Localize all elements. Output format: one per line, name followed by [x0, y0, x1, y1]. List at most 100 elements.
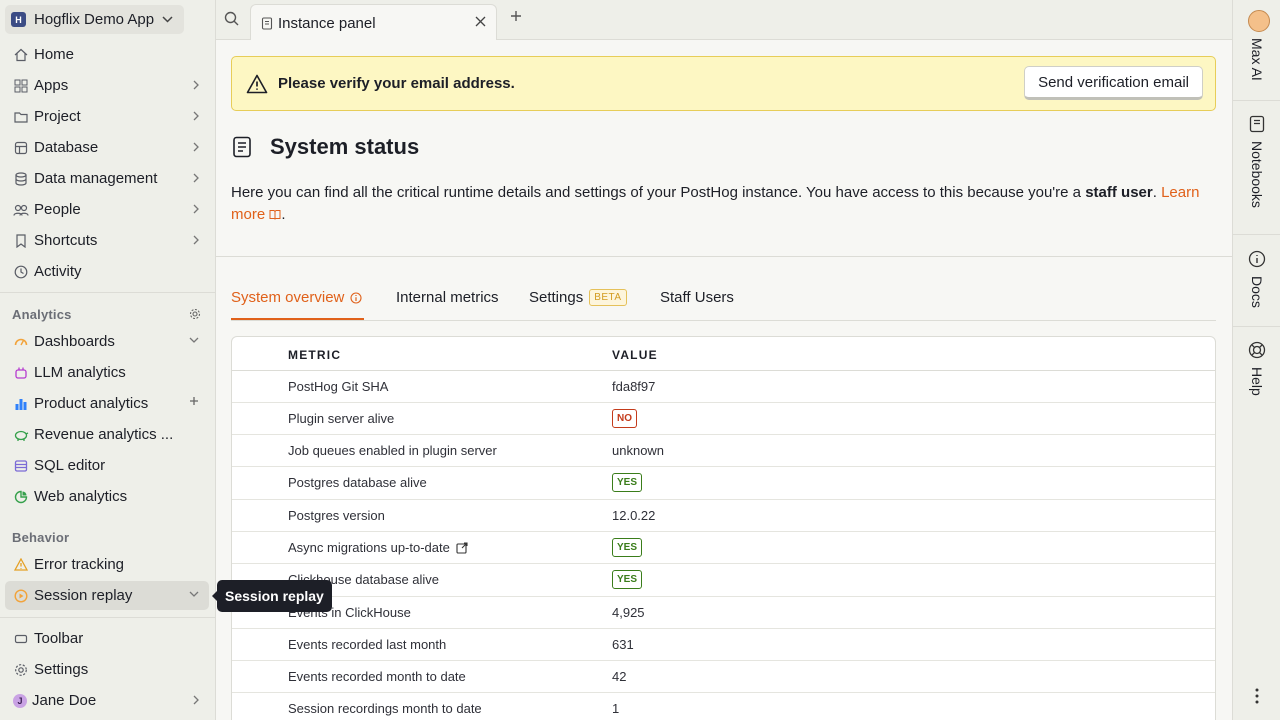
sidebar-item-sql-editor[interactable]: SQL editor: [5, 451, 209, 480]
folder-icon: [13, 109, 29, 125]
metric-cell: Plugin server alive: [288, 411, 395, 426]
metric-cell: Events recorded last month: [288, 637, 447, 652]
toolbar-icon: [13, 631, 29, 647]
description-text: Here you can find all the critical runti…: [231, 184, 1086, 201]
table-row: Events recorded month to date 42: [232, 661, 1215, 693]
status-badge: YES: [612, 570, 643, 589]
section-label-behavior: Behavior: [12, 530, 70, 545]
chevron-right-icon: [193, 111, 199, 121]
plus-icon[interactable]: [189, 396, 199, 406]
sidebar-item-label: Toolbar: [34, 630, 84, 647]
tab-staff-users[interactable]: Staff Users: [660, 289, 734, 306]
sidebar-item-label: Dashboards: [34, 333, 115, 350]
column-header-value: VALUE: [612, 348, 658, 362]
sidebar-item-error-tracking[interactable]: Error tracking: [5, 550, 209, 579]
more-vertical-icon[interactable]: [1255, 688, 1259, 704]
table-row: Job queues enabled in plugin server unkn…: [232, 435, 1215, 467]
max-ai-avatar-icon[interactable]: [1248, 10, 1270, 32]
sidebar-item-project[interactable]: Project: [5, 102, 209, 131]
metric-cell: Job queues enabled in plugin server: [288, 443, 497, 458]
sidebar-item-data-management[interactable]: Data management: [5, 164, 209, 193]
web-analytics-icon: [13, 489, 29, 505]
close-icon[interactable]: [475, 16, 486, 27]
sidebar-item-settings[interactable]: Settings: [5, 655, 209, 684]
notebook-icon: [1248, 115, 1266, 133]
value-cell: unknown: [612, 443, 665, 458]
sidebar-item-revenue-analytics[interactable]: Revenue analytics ...: [5, 420, 209, 449]
bar-chart-icon: [13, 396, 29, 412]
rail-item-max-ai[interactable]: Max AI: [1245, 38, 1269, 81]
sidebar-item-label: Session replay: [34, 587, 133, 604]
tab-label: Internal metrics: [396, 289, 499, 306]
table-row: Clickhouse database alive YES: [232, 564, 1215, 597]
sidebar-item-label: LLM analytics: [34, 364, 126, 381]
chevron-down-icon: [162, 16, 173, 23]
sidebar-item-label: Activity: [34, 263, 82, 280]
chevron-right-icon: [193, 80, 199, 90]
database-table-icon: [13, 140, 29, 156]
sidebar-item-dashboards[interactable]: Dashboards: [5, 327, 209, 356]
divider: [1233, 234, 1280, 235]
table-row: Postgres database alive YES: [232, 467, 1215, 500]
document-icon: [232, 136, 252, 158]
value-cell: 42: [612, 669, 627, 684]
bookmark-icon: [13, 233, 29, 249]
sidebar-item-people[interactable]: People: [5, 195, 209, 224]
tab-internal-metrics[interactable]: Internal metrics: [396, 289, 499, 306]
sidebar-item-label: Shortcuts: [34, 232, 98, 249]
rail-item-help[interactable]: Help: [1245, 341, 1269, 396]
book-icon: [269, 210, 281, 220]
sidebar-item-activity[interactable]: Activity: [5, 257, 209, 286]
metric-cell: Session recordings month to date: [288, 701, 482, 716]
sidebar-item-database[interactable]: Database: [5, 133, 209, 162]
sidebar-item-home[interactable]: Home: [5, 40, 209, 69]
info-circle-icon: [1248, 250, 1266, 268]
tab-instance-panel[interactable]: Instance panel: [250, 4, 497, 41]
column-header-metric: METRIC: [288, 348, 342, 362]
staff-user-text: staff user: [1085, 184, 1153, 201]
verify-email-banner: Please verify your email address. Send v…: [231, 56, 1216, 111]
sidebar-item-label: Error tracking: [34, 556, 125, 573]
value-cell: 12.0.22: [612, 508, 656, 523]
play-circle-icon: [13, 588, 29, 604]
rail-item-notebooks[interactable]: Notebooks: [1245, 115, 1269, 208]
value-cell: 1: [612, 701, 620, 716]
tab-label: System overview: [231, 289, 345, 306]
metric-cell: Postgres database alive: [288, 475, 427, 490]
sidebar-item-toolbar[interactable]: Toolbar: [5, 624, 209, 653]
sidebar-item-product-analytics[interactable]: Product analytics: [5, 389, 209, 418]
tab-settings[interactable]: Settings BETA: [529, 289, 627, 306]
table-row: Session recordings month to date 1: [232, 693, 1215, 720]
external-link-icon[interactable]: [456, 541, 468, 554]
main-content: Please verify your email address. Send v…: [216, 40, 1232, 720]
sidebar-item-apps[interactable]: Apps: [5, 71, 209, 100]
tab-label: Staff Users: [660, 289, 734, 306]
chevron-right-icon: [193, 204, 199, 214]
send-verification-email-button[interactable]: Send verification email: [1024, 66, 1203, 100]
sidebar-item-session-replay[interactable]: Session replay: [5, 581, 209, 610]
rail-label: Help: [1249, 367, 1265, 396]
sidebar-item-label: Project: [34, 108, 81, 125]
sidebar-item-shortcuts[interactable]: Shortcuts: [5, 226, 209, 255]
sidebar-item-llm-analytics[interactable]: LLM analytics: [5, 358, 209, 387]
section-label-analytics: Analytics: [12, 307, 72, 322]
database-icon: [13, 171, 29, 187]
sidebar-item-label: Jane Doe: [32, 692, 97, 709]
sidebar-item-user[interactable]: J Jane Doe: [5, 686, 209, 715]
gear-icon[interactable]: [189, 308, 201, 320]
sidebar-item-web-analytics[interactable]: Web analytics: [5, 482, 209, 511]
search-icon[interactable]: [224, 11, 242, 29]
divider: [0, 617, 216, 618]
project-switcher[interactable]: H Hogflix Demo App: [5, 5, 184, 34]
divider: [1233, 100, 1280, 101]
sidebar-item-label: Settings: [34, 661, 89, 678]
page-title: System status: [270, 134, 420, 159]
chevron-right-icon: [193, 235, 199, 245]
avatar: J: [13, 693, 27, 708]
metric-cell: PostHog Git SHA: [288, 379, 389, 394]
table-row: Postgres version 12.0.22: [232, 500, 1215, 532]
new-tab-button[interactable]: [510, 10, 522, 22]
rail-item-docs[interactable]: Docs: [1245, 250, 1269, 308]
tab-system-overview[interactable]: System overview: [231, 289, 362, 306]
chevron-down-icon: [189, 591, 199, 597]
